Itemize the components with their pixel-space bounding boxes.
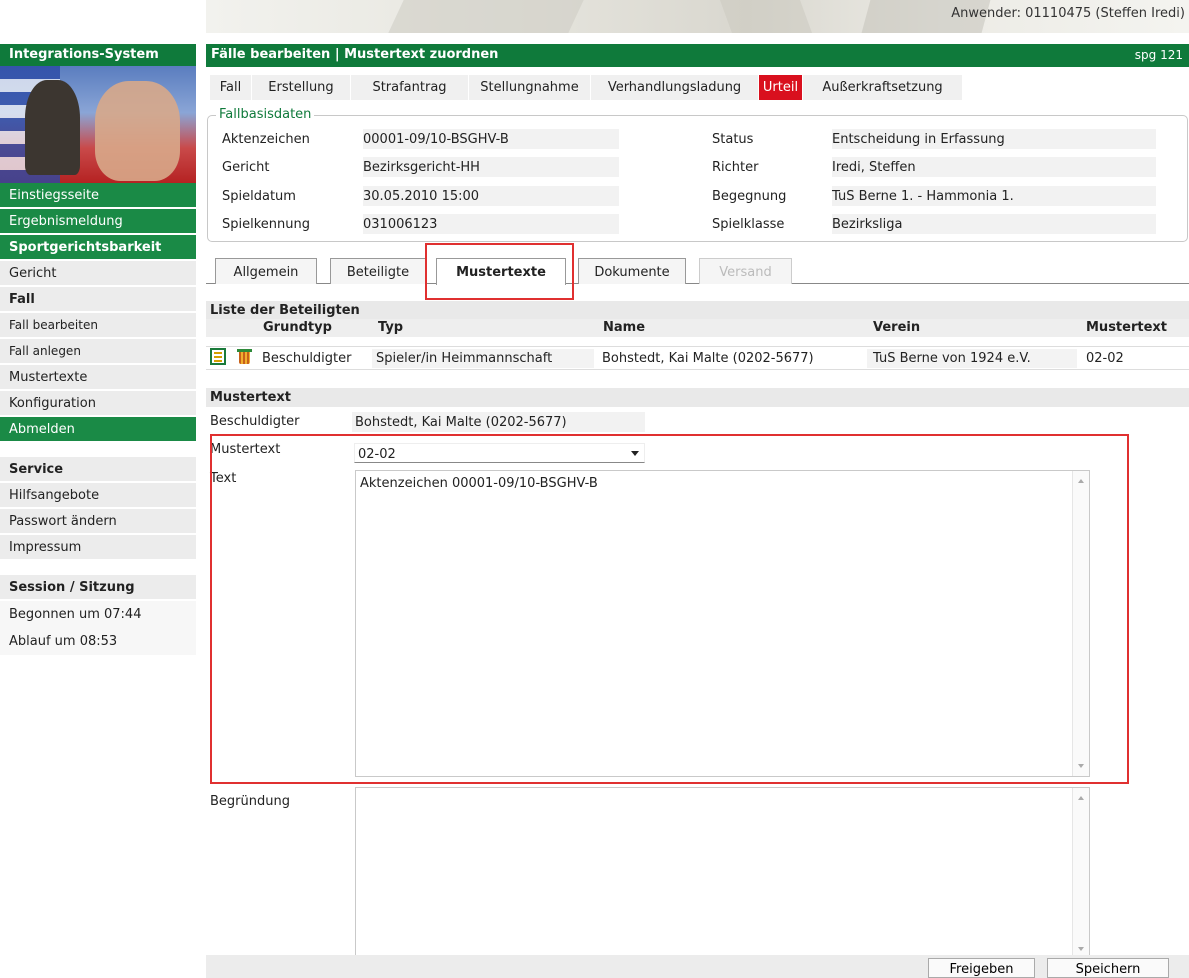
sidebar-spacer <box>0 443 196 457</box>
richter-label: Richter <box>712 160 759 175</box>
spielklasse-value: Bezirksliga <box>832 214 1156 234</box>
speichern-button[interactable]: Speichern <box>1047 958 1169 978</box>
tab-urteil[interactable]: Urteil <box>759 75 803 100</box>
fallbasis-row: Spieldatum 30.05.2010 15:00 Begegnung Tu… <box>206 185 1186 207</box>
tab-verhandlungsladung[interactable]: Verhandlungsladung <box>591 75 759 100</box>
sidebar-item-fall[interactable]: Fall <box>0 287 196 313</box>
subtab-beteiligte[interactable]: Beteiligte <box>330 258 426 284</box>
fallbasis-row: Spielkennung 031006123 Spielklasse Bezir… <box>206 213 1186 235</box>
begruendung-scrollbar[interactable] <box>1072 788 1089 959</box>
sidebar-item-sportgerichtsbarkeit[interactable]: Sportgerichtsbarkeit <box>0 235 196 261</box>
hand-graphic <box>95 81 180 181</box>
system-title: Integrations-System <box>0 44 196 66</box>
tab-erstellung[interactable]: Erstellung <box>252 75 351 100</box>
richter-value: Iredi, Steffen <box>832 157 1156 177</box>
spieldatum-label: Spieldatum <box>222 189 296 204</box>
sidebar-item-mustertexte[interactable]: Mustertexte <box>0 365 196 391</box>
process-tabs: Fall Erstellung Strafantrag Stellungnahm… <box>210 75 963 100</box>
tab-stellungnahme[interactable]: Stellungnahme <box>469 75 591 100</box>
status-value: Entscheidung in Erfassung <box>832 129 1156 149</box>
list-edit-icon[interactable] <box>210 348 226 365</box>
gericht-value: Bezirksgericht-HH <box>363 157 619 177</box>
freigeben-button[interactable]: Freigeben <box>928 958 1035 978</box>
page-code: spg 121 <box>1134 48 1183 62</box>
main-panel: Fälle bearbeiten | Mustertext zuordnen s… <box>206 44 1189 960</box>
col-verein: Verein <box>873 320 921 335</box>
col-mustertext: Mustertext <box>1086 320 1168 335</box>
highlight-box-tab <box>425 243 574 300</box>
aktenzeichen-value: 00001-09/10-BSGHV-B <box>363 129 619 149</box>
page-title: Fälle bearbeiten | Mustertext zuordnen <box>211 47 499 62</box>
table-row[interactable]: Beschuldigter Spieler/in Heimmannschaft … <box>206 346 1189 370</box>
tab-fall[interactable]: Fall <box>210 75 252 100</box>
begegnung-value: TuS Berne 1. - Hammonia 1. <box>832 186 1156 206</box>
cell-typ: Spieler/in Heimmannschaft <box>376 351 553 366</box>
session-expires: Ablauf um 08:53 <box>0 628 196 655</box>
cell-verein: TuS Berne von 1924 e.V. <box>873 351 1031 366</box>
header-banner: Anwender: 01110475 (Steffen Iredi) <box>206 0 1189 33</box>
sidebar-item-passwort-aendern[interactable]: Passwort ändern <box>0 509 196 535</box>
spieldatum-value: 30.05.2010 15:00 <box>363 186 619 206</box>
beschuldigter-label: Beschuldigter <box>210 414 300 429</box>
session-title: Session / Sitzung <box>0 575 196 601</box>
col-grundtyp: Grundtyp <box>263 320 332 335</box>
fallbasis-legend: Fallbasisdaten <box>216 107 315 122</box>
sidebar-item-fall-bearbeiten[interactable]: Fall bearbeiten <box>0 313 196 339</box>
sidebar-item-abmelden[interactable]: Abmelden <box>0 417 196 443</box>
fallbasis-row: Aktenzeichen 00001-09/10-BSGHV-B Status … <box>206 128 1186 150</box>
sidebar-item-konfiguration[interactable]: Konfiguration <box>0 391 196 417</box>
banner-graphic <box>719 0 813 33</box>
user-info: Anwender: 01110475 (Steffen Iredi) <box>951 6 1185 21</box>
banner-graphic <box>388 0 584 33</box>
button-bar <box>206 955 1189 978</box>
page-title-bar: Fälle bearbeiten | Mustertext zuordnen s… <box>206 44 1189 67</box>
trash-icon[interactable] <box>237 348 253 365</box>
gericht-label: Gericht <box>222 160 270 175</box>
sidebar-item-einstiegsseite[interactable]: Einstiegsseite <box>0 183 196 209</box>
cell-name: Bohstedt, Kai Malte (0202-5677) <box>602 351 814 366</box>
begegnung-label: Begegnung <box>712 189 787 204</box>
aktenzeichen-label: Aktenzeichen <box>222 132 310 147</box>
cell-mustertext: 02-02 <box>1086 351 1124 366</box>
sidebar-item-ergebnismeldung[interactable]: Ergebnismeldung <box>0 209 196 235</box>
scroll-up-icon <box>1078 796 1084 800</box>
scroll-down-icon <box>1078 947 1084 951</box>
detail-tabs: Allgemein Beteiligte Mustertexte Dokumen… <box>206 258 1189 285</box>
fallbasis-row: Gericht Bezirksgericht-HH Richter Iredi,… <box>206 156 1186 178</box>
sidebar-item-hilfsangebote[interactable]: Hilfsangebote <box>0 483 196 509</box>
subtab-allgemein[interactable]: Allgemein <box>215 258 317 284</box>
session-started: Begonnen um 07:44 <box>0 601 196 628</box>
beteiligte-title: Liste der Beteiligten <box>206 301 1189 320</box>
begruendung-label: Begründung <box>210 794 290 809</box>
mustertext-title: Mustertext <box>206 388 1189 407</box>
sidebar-item-fall-anlegen[interactable]: Fall anlegen <box>0 339 196 365</box>
justitia-graphic <box>25 80 80 175</box>
service-title: Service <box>0 457 196 483</box>
subtab-dokumente[interactable]: Dokumente <box>578 258 686 284</box>
sidebar: Integrations-System Einstiegsseite Ergeb… <box>0 44 196 655</box>
status-label: Status <box>712 132 754 147</box>
justice-image <box>0 66 196 183</box>
cell-grundtyp: Beschuldigter <box>262 351 352 366</box>
col-typ: Typ <box>378 320 404 335</box>
highlight-box-form <box>210 434 1129 784</box>
spielkennung-label: Spielkennung <box>222 217 310 232</box>
spielklasse-label: Spielklasse <box>712 217 785 232</box>
sidebar-item-impressum[interactable]: Impressum <box>0 535 196 561</box>
beschuldigter-value: Bohstedt, Kai Malte (0202-5677) <box>352 412 645 432</box>
col-name: Name <box>603 320 646 335</box>
sidebar-spacer <box>0 561 196 575</box>
beteiligte-table-header: Grundtyp Typ Name Verein Mustertext <box>206 319 1189 337</box>
spielkennung-value: 031006123 <box>363 214 619 234</box>
begruendung-textarea[interactable] <box>355 787 1090 960</box>
subtab-versand: Versand <box>699 258 792 284</box>
tab-ausserkraftsetzung[interactable]: Außerkraftsetzung <box>803 75 963 100</box>
sidebar-item-gericht[interactable]: Gericht <box>0 261 196 287</box>
tab-strafantrag[interactable]: Strafantrag <box>351 75 469 100</box>
